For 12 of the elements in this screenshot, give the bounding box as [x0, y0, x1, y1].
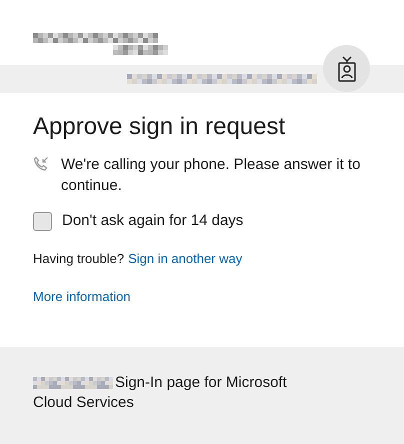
- page-title: Approve sign in request: [33, 112, 286, 142]
- phone-icon: [33, 156, 49, 172]
- checkbox[interactable]: [33, 212, 52, 231]
- checkbox-label: Don't ask again for 14 days: [62, 211, 244, 231]
- trouble-text: Having trouble?: [33, 250, 124, 268]
- more-information-link[interactable]: More information: [33, 287, 131, 306]
- calling-message: We're calling your phone. Please answer it to continue.: [61, 155, 362, 196]
- footer-text: Cloud Services: [33, 393, 134, 413]
- footer-text: Sign-In page for Microsoft: [115, 373, 287, 393]
- redacted-logo: [113, 45, 168, 55]
- sign-in-another-way-link[interactable]: Sign in another way: [128, 248, 242, 268]
- id-badge-icon: [338, 56, 356, 82]
